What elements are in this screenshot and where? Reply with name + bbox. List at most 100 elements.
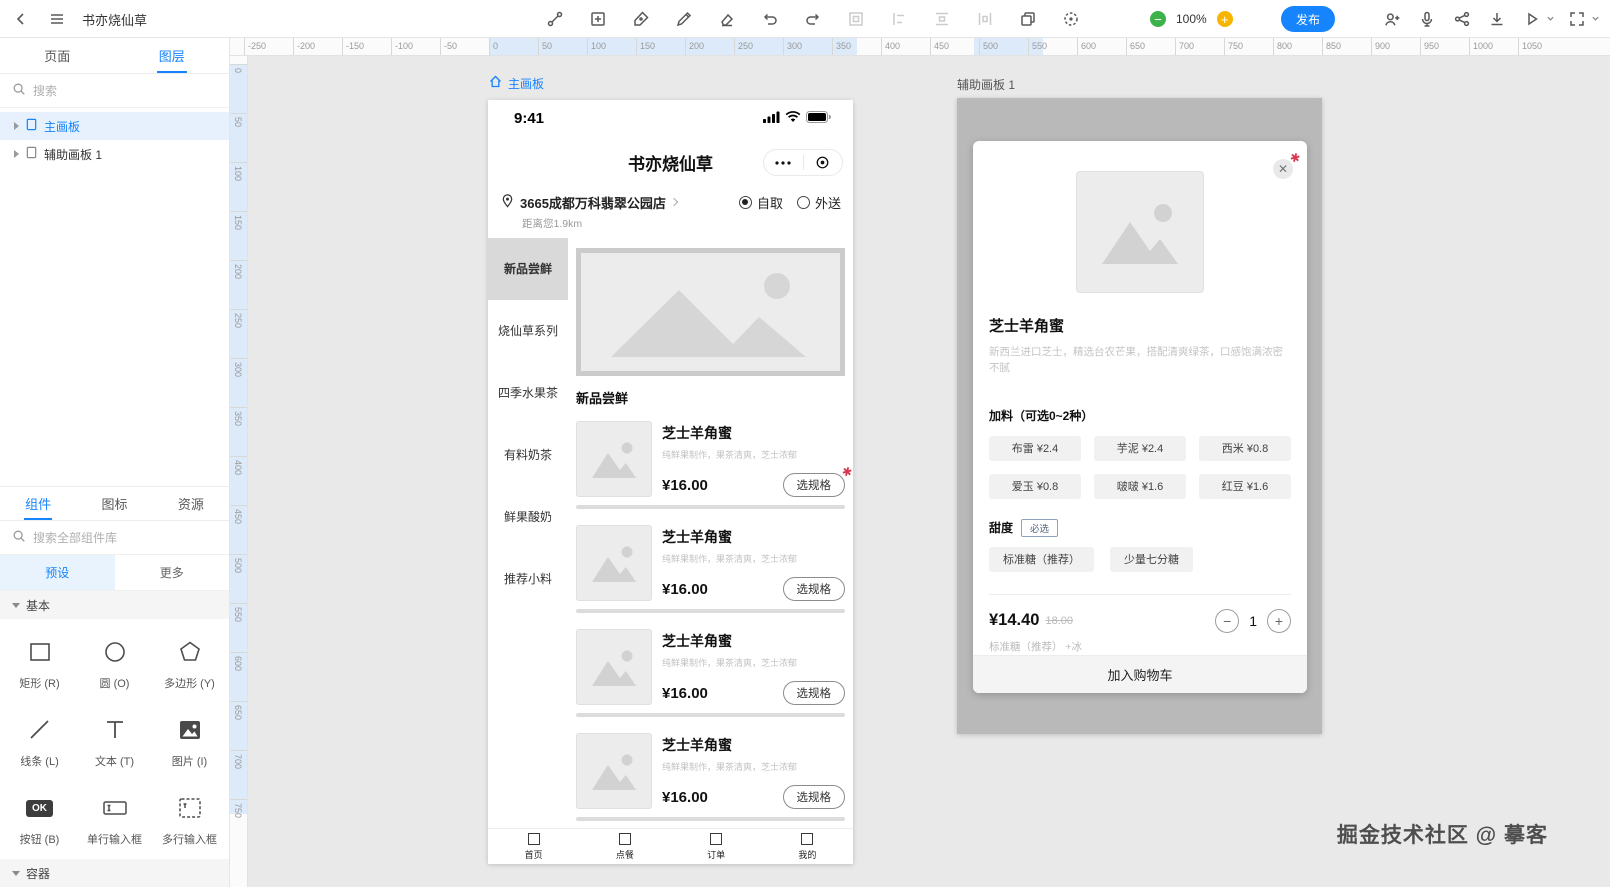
component-single-line-input[interactable]: 单行输入框 [77, 781, 152, 859]
preview-caret-icon[interactable] [1546, 12, 1555, 26]
category-item[interactable]: 新品尝鲜 [488, 238, 568, 300]
pencil-icon[interactable] [671, 6, 697, 32]
menu-icon[interactable] [44, 6, 70, 32]
main-artboard-label[interactable]: 主画板 [488, 74, 544, 92]
addon-chip[interactable]: 芋泥 ¥2.4 [1094, 435, 1186, 461]
component-multi-line-input[interactable]: 多行输入框 [152, 781, 227, 859]
distribute-horizontal-icon[interactable] [972, 6, 998, 32]
addon-chip[interactable]: 啵啵 ¥1.6 [1094, 473, 1186, 499]
mask-icon[interactable] [843, 6, 869, 32]
more-menu-icon[interactable] [764, 150, 803, 175]
zoom-in-icon[interactable]: + [1216, 11, 1233, 27]
preview-play-icon[interactable] [1519, 6, 1545, 32]
sweetness-chip[interactable]: 少量七分糖 [1110, 546, 1193, 572]
vertical-ruler[interactable]: 0 50 100 150 200 250 300 350 400 450 500 550 600 650 7… [230, 56, 248, 887]
close-target-icon[interactable] [804, 150, 843, 175]
select-spec-button[interactable]: 选规格 [782, 785, 845, 809]
undo-icon[interactable] [757, 6, 783, 32]
pen-icon[interactable] [628, 6, 654, 32]
component-rectangle[interactable]: 矩形 (R) [2, 625, 77, 703]
canvas[interactable]: 主画板 9:41 书亦烧仙草 3665成都万科翡翠公园店 自取 外送 距离您1.… [248, 56, 1610, 887]
component-button[interactable]: OK 按钮 (B) [2, 781, 77, 859]
duplicate-icon[interactable] [1015, 6, 1041, 32]
component-circle[interactable]: 圆 (O) [77, 625, 152, 703]
delivery-radio[interactable]: 外送 [796, 193, 841, 212]
select-spec-button[interactable]: 选规格 [782, 577, 845, 601]
expand-chevron-icon[interactable] [14, 150, 19, 158]
product-card[interactable]: 芝士羊角蜜 纯鲜果制作，果茶清爽，芝士浓郁 ¥16.00 选规格 [568, 723, 853, 817]
fullscreen-caret-icon[interactable] [1591, 12, 1600, 26]
tab-order-food[interactable]: 点餐 [579, 829, 670, 864]
tab-home[interactable]: 首页 [488, 829, 579, 864]
component-polygon[interactable]: 多边形 (Y) [152, 625, 227, 703]
main-artboard[interactable]: 9:41 书亦烧仙草 3665成都万科翡翠公园店 自取 外送 距离您1.9km … [488, 100, 853, 864]
back-icon[interactable] [8, 6, 34, 32]
tab-presets[interactable]: 预设 [0, 555, 115, 590]
category-item[interactable]: 有料奶茶 [488, 424, 568, 486]
add-frame-icon[interactable] [585, 6, 611, 32]
redo-icon[interactable] [800, 6, 826, 32]
collaborators-icon[interactable] [1379, 6, 1405, 32]
add-to-cart-button[interactable]: 加入购物车 [973, 655, 1307, 693]
menu-section-title: 新品尝鲜 [576, 391, 629, 406]
addon-chip[interactable]: 布雷 ¥2.4 [989, 435, 1081, 461]
microphone-icon[interactable] [1414, 6, 1440, 32]
tab-profile[interactable]: 我的 [762, 829, 853, 864]
addon-chip[interactable]: 红豆 ¥1.6 [1199, 473, 1291, 499]
aux-artboard-label[interactable]: 辅助画板 1 [957, 76, 1015, 93]
zoom-level[interactable]: 100% [1176, 12, 1207, 26]
plus-icon[interactable]: + [1267, 608, 1291, 633]
align-left-icon[interactable] [886, 6, 912, 32]
tab-layers[interactable]: 图层 [115, 38, 230, 73]
layer-search-input[interactable]: 搜索 [0, 74, 229, 108]
ruler-tick: 600 [230, 652, 247, 671]
minus-icon[interactable]: − [1215, 608, 1240, 633]
category-item[interactable]: 烧仙草系列 [488, 300, 568, 362]
comment-annotation-icon[interactable]: ✱ [840, 464, 853, 480]
ruler-tick: 150 [636, 38, 655, 55]
addon-chip[interactable]: 西米 ¥0.8 [1199, 435, 1291, 461]
store-address[interactable]: 3665成都万科翡翠公园店 [520, 193, 666, 212]
addon-chip[interactable]: 爱玉 ¥0.8 [989, 473, 1081, 499]
pickup-radio[interactable]: 自取 [738, 193, 783, 212]
select-spec-button[interactable]: 选规格 [782, 473, 845, 497]
distribute-vertical-icon[interactable] [929, 6, 955, 32]
category-item[interactable]: 四季水果茶 [488, 362, 568, 424]
component-target-icon[interactable] [1058, 6, 1084, 32]
tab-icons[interactable]: 图标 [76, 487, 152, 520]
component-image[interactable]: 图片 (I) [152, 703, 227, 781]
product-card[interactable]: 芝士羊角蜜 纯鲜果制作，果茶清爽，芝士浓郁 ¥16.00 选规格 ✱ [568, 411, 853, 505]
category-item[interactable]: 推荐小料 [488, 548, 568, 610]
tab-pages[interactable]: 页面 [0, 38, 115, 73]
component-line[interactable]: 线条 (L) [2, 703, 77, 781]
tab-orders[interactable]: 订单 [671, 829, 762, 864]
sweetness-chip[interactable]: 标准糖（推荐） [989, 546, 1094, 572]
component-text[interactable]: 文本 (T) [77, 703, 152, 781]
modal-image-placeholder [1076, 171, 1204, 293]
product-card[interactable]: 芝士羊角蜜 纯鲜果制作，果茶清爽，芝士浓郁 ¥16.00 选规格 [568, 515, 853, 609]
section-basic[interactable]: 基本 [0, 591, 229, 619]
search-placeholder: 搜索 [33, 84, 58, 98]
node-connect-icon[interactable] [542, 6, 568, 32]
expand-chevron-icon[interactable] [14, 122, 19, 130]
store-header: 书亦烧仙草 [488, 136, 853, 188]
publish-button[interactable]: 发布 [1281, 6, 1336, 32]
eraser-icon[interactable] [714, 6, 740, 32]
section-container[interactable]: 容器 [0, 859, 229, 887]
aux-artboard[interactable]: ✕ ✱ 芝士羊角蜜 新西兰进口芝士，精选台农芒果，搭配清爽绿茶，口感饱满浓密不腻… [957, 98, 1322, 734]
library-search-input[interactable]: 搜索全部组件库 [0, 521, 229, 555]
tab-more[interactable]: 更多 [115, 555, 230, 590]
category-item[interactable]: 鲜果酸奶 [488, 486, 568, 548]
comment-annotation-icon[interactable]: ✱ [1288, 150, 1301, 166]
fullscreen-icon[interactable] [1564, 6, 1590, 32]
product-card[interactable]: 芝士羊角蜜 纯鲜果制作，果茶清爽，芝士浓郁 ¥16.00 选规格 [568, 619, 853, 713]
layer-item-main-artboard[interactable]: 主画板 [0, 112, 229, 140]
download-icon[interactable] [1484, 6, 1510, 32]
tab-resources[interactable]: 资源 [153, 487, 229, 520]
tab-components[interactable]: 组件 [0, 487, 76, 520]
share-icon[interactable] [1449, 6, 1475, 32]
select-spec-button[interactable]: 选规格 [782, 681, 845, 705]
layer-item-aux-artboard[interactable]: 辅助画板 1 [0, 140, 229, 168]
zoom-out-icon[interactable]: − [1150, 11, 1166, 27]
horizontal-ruler[interactable]: -250 -200 -150 -100 -50 0 50 100 150 200 250 300 350… [230, 38, 1610, 56]
